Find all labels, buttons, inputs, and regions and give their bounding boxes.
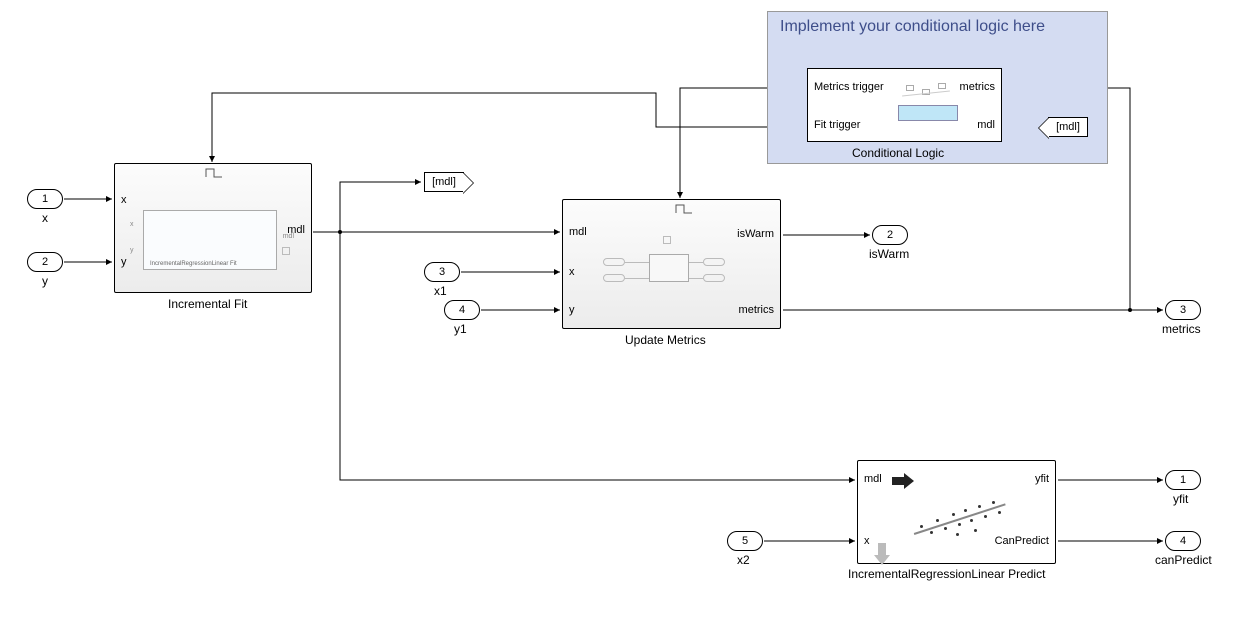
conditional-logic-label: Conditional Logic	[852, 146, 944, 160]
cond-in-fit-trigger: Fit trigger	[814, 119, 860, 131]
um-out-iswarm: isWarm	[737, 228, 774, 240]
goto-mdl-tag[interactable]: [mdl]	[424, 172, 464, 192]
inport-4-name: y1	[454, 322, 467, 336]
outport-1-name: yfit	[1173, 492, 1188, 506]
incremental-fit-block[interactable]: x y mdl x y IncrementalRegressionLinear …	[114, 163, 312, 293]
outport-4-num: 4	[1180, 535, 1186, 547]
outport-2[interactable]: 2	[872, 225, 908, 245]
outport-1[interactable]: 1	[1165, 470, 1201, 490]
inport-1-name: x	[42, 211, 48, 225]
inport-1[interactable]: 1	[27, 189, 63, 209]
um-in-x: x	[569, 266, 575, 278]
cond-out-mdl: mdl	[977, 119, 995, 131]
incremental-fit-label: Incremental Fit	[168, 297, 247, 311]
outport-3-name: metrics	[1162, 322, 1201, 336]
predict-label: IncrementalRegressionLinear Predict	[848, 567, 1045, 581]
um-in-mdl: mdl	[569, 226, 587, 238]
inport-5-num: 5	[742, 535, 748, 547]
arrow-down-icon	[874, 543, 890, 565]
outport-3[interactable]: 3	[1165, 300, 1201, 320]
outport-2-name: isWarm	[869, 247, 909, 261]
update-metrics-block[interactable]: mdl x y isWarm metrics	[562, 199, 781, 329]
from-mdl-tag-text: [mdl]	[1056, 121, 1080, 133]
arrow-right-icon	[892, 473, 914, 489]
cond-in-metrics-trigger: Metrics trigger	[814, 81, 884, 93]
update-metrics-label: Update Metrics	[625, 333, 706, 347]
um-in-y: y	[569, 304, 575, 316]
outport-1-num: 1	[1180, 474, 1186, 486]
pred-in-mdl: mdl	[864, 473, 882, 485]
incfit-in-x: x	[121, 194, 127, 206]
conditional-logic-block[interactable]: Metrics trigger Fit trigger metrics mdl	[807, 68, 1002, 142]
inport-2[interactable]: 2	[27, 252, 63, 272]
pred-in-x: x	[864, 535, 870, 547]
inport-2-name: y	[42, 274, 48, 288]
outport-4[interactable]: 4	[1165, 531, 1201, 551]
um-out-metrics: metrics	[739, 304, 774, 316]
inport-2-num: 2	[42, 256, 48, 268]
predict-block[interactable]: mdl x yfit CanPredict	[857, 460, 1056, 564]
trigger-port-icon	[675, 203, 693, 219]
inport-5-name: x2	[737, 553, 750, 567]
inport-3-num: 3	[439, 266, 445, 278]
incfit-inner-label: IncrementalRegressionLinear Fit	[150, 261, 237, 267]
diagram-canvas: Implement your conditional logic here Me…	[0, 0, 1242, 621]
outport-2-num: 2	[887, 229, 893, 241]
inport-4-num: 4	[459, 304, 465, 316]
inport-1-num: 1	[42, 193, 48, 205]
scatter-plot-icon	[912, 489, 1012, 541]
annotation-text: Implement your conditional logic here	[780, 18, 1045, 36]
outport-3-num: 3	[1180, 304, 1186, 316]
goto-mdl-tag-text: [mdl]	[432, 176, 456, 188]
inport-4[interactable]: 4	[444, 300, 480, 320]
pred-out-yfit: yfit	[1035, 473, 1049, 485]
inport-3[interactable]: 3	[424, 262, 460, 282]
from-mdl-tag[interactable]: [mdl]	[1048, 117, 1088, 137]
incfit-in-y: y	[121, 256, 127, 268]
trigger-port-icon	[205, 167, 223, 183]
cond-out-metrics: metrics	[960, 81, 995, 93]
inport-5[interactable]: 5	[727, 531, 763, 551]
outport-4-name: canPredict	[1155, 553, 1212, 567]
inport-3-name: x1	[434, 284, 447, 298]
